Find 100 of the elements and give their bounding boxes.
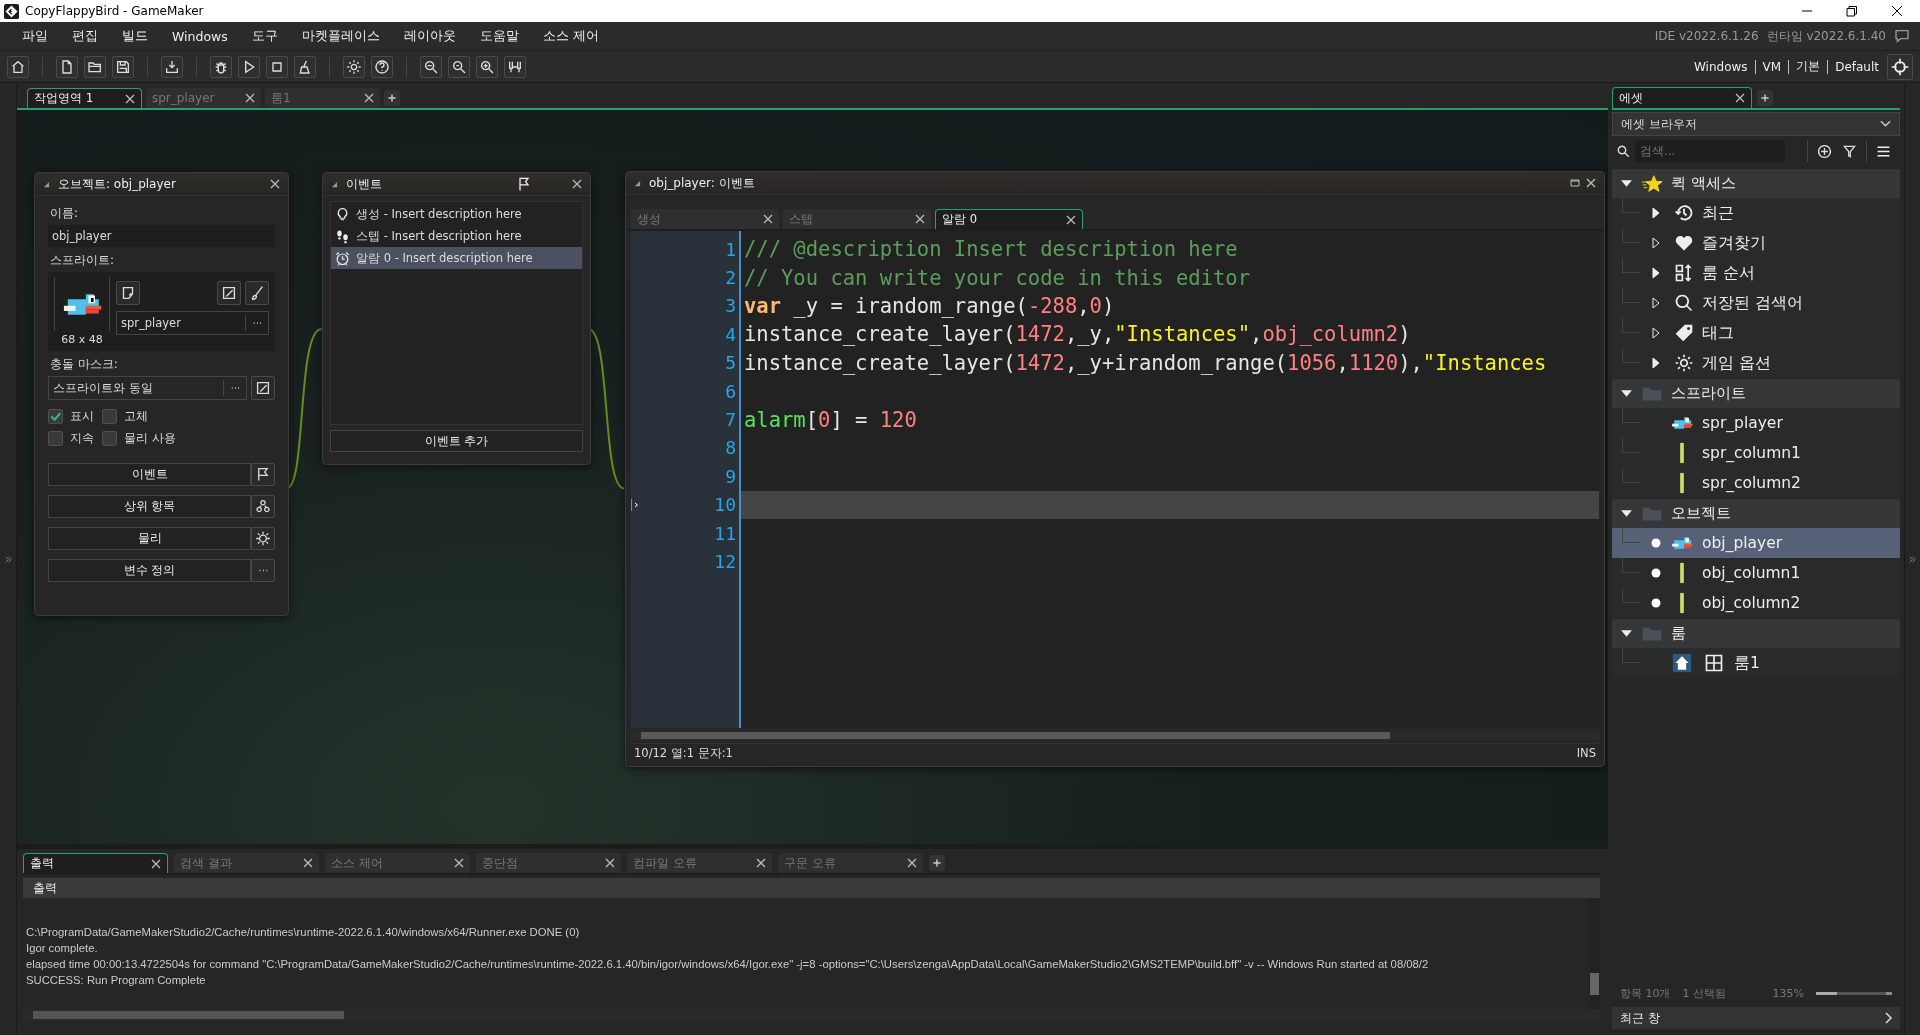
restore-icon[interactable] <box>1846 5 1858 17</box>
expand-arrow-icon[interactable] <box>1650 267 1662 279</box>
zoom-out-icon[interactable] <box>420 55 442 78</box>
edit-sprite-icon[interactable] <box>217 281 241 305</box>
quick-access-item[interactable]: 게임 옵션 <box>1702 352 1771 374</box>
close-icon[interactable] <box>364 93 374 103</box>
edit-mask-icon[interactable] <box>251 376 275 400</box>
search-field[interactable]: 검색... <box>1635 140 1785 162</box>
checkbox[interactable] <box>48 431 63 446</box>
tree-group-label[interactable]: 스프라이트 <box>1671 384 1746 403</box>
collapse-icon[interactable] <box>331 180 338 188</box>
expand-arrow-icon[interactable] <box>1650 357 1662 369</box>
name-field[interactable]: obj_player <box>48 225 275 247</box>
expand-arrow-icon[interactable] <box>1650 207 1662 219</box>
panel-button[interactable]: 상위 항목 <box>48 495 251 518</box>
menu-item[interactable]: 편집 <box>72 27 98 45</box>
close-icon[interactable] <box>605 858 615 868</box>
hierarchy-icon[interactable] <box>251 495 275 518</box>
menu-item[interactable]: 레이아웃 <box>403 27 456 45</box>
menu-item[interactable]: 파일 <box>22 27 48 45</box>
close-icon[interactable] <box>1891 5 1903 17</box>
close-icon[interactable] <box>454 858 464 868</box>
zoom-slider[interactable] <box>1816 991 1892 995</box>
quick-access-item[interactable]: 룸 순서 <box>1702 262 1755 284</box>
flag-icon[interactable] <box>516 176 532 192</box>
horizontal-scrollbar[interactable] <box>23 1009 1600 1021</box>
panel-button[interactable]: 변수 정의 <box>48 559 251 582</box>
target-icon[interactable] <box>1887 53 1913 80</box>
asset-item[interactable]: obj_column2 <box>1612 588 1900 618</box>
zoom-in-icon[interactable] <box>476 55 498 78</box>
workspace-tab[interactable]: 작업영역 1 <box>27 88 142 108</box>
checkbox[interactable] <box>102 409 117 424</box>
quick-access-item[interactable]: 최근 <box>1702 202 1734 224</box>
close-icon[interactable] <box>763 214 773 224</box>
menu-item[interactable]: 도움말 <box>479 27 519 45</box>
expand-icon[interactable] <box>1908 554 1917 564</box>
expand-arrow-icon[interactable] <box>1620 387 1633 400</box>
close-icon[interactable] <box>907 858 917 868</box>
target-option[interactable]: Default <box>1835 59 1879 74</box>
menu-item[interactable]: Windows <box>172 28 228 44</box>
gear-icon[interactable] <box>251 527 275 550</box>
add-tab-icon[interactable] <box>1757 90 1773 106</box>
event-tab[interactable]: 알람 0 <box>935 209 1083 229</box>
tree-group-label[interactable]: 퀵 액세스 <box>1671 174 1736 193</box>
tree-group-label[interactable]: 오브젝트 <box>1671 504 1731 523</box>
horizontal-scrollbar[interactable] <box>631 730 1599 741</box>
expand-arrow-icon[interactable] <box>1650 237 1662 249</box>
collapse-icon[interactable] <box>634 179 641 187</box>
clean-icon[interactable] <box>294 55 316 78</box>
asset-item[interactable]: spr_column2 <box>1612 468 1900 498</box>
quick-access-item[interactable]: 즐겨찾기 <box>1702 232 1766 254</box>
close-icon[interactable] <box>245 93 255 103</box>
close-icon[interactable] <box>303 858 313 868</box>
panel-button[interactable]: 물리 <box>48 527 251 550</box>
close-icon[interactable] <box>1735 93 1745 103</box>
assets-tab[interactable]: 에셋 <box>1612 87 1752 108</box>
fit-icon[interactable] <box>504 55 526 78</box>
settings-icon[interactable] <box>343 55 365 78</box>
event-item[interactable]: 알람 0 - Insert description here <box>331 247 582 269</box>
help-icon[interactable] <box>371 55 393 78</box>
tree-group-label[interactable]: 룸 <box>1671 624 1686 643</box>
asset-item[interactable]: spr_player <box>1612 408 1900 438</box>
asset-item[interactable]: obj_column1 <box>1612 558 1900 588</box>
output-tab[interactable]: 출력 <box>23 853 168 873</box>
target-option[interactable]: Windows <box>1694 59 1748 74</box>
debug-icon[interactable] <box>210 55 232 78</box>
expand-arrow-icon[interactable] <box>1650 297 1662 309</box>
target-option[interactable]: 기본 <box>1796 58 1821 75</box>
checkbox[interactable] <box>48 409 63 424</box>
expand-icon[interactable] <box>3 554 13 564</box>
new-sprite-icon[interactable] <box>116 281 140 305</box>
expand-arrow-icon[interactable] <box>1620 627 1633 640</box>
export-icon[interactable] <box>161 55 183 78</box>
add-icon[interactable] <box>1816 142 1833 160</box>
asset-browser-dropdown[interactable]: 에셋 브라우저 <box>1612 112 1900 136</box>
stop-icon[interactable] <box>266 55 288 78</box>
add-tab-icon[interactable] <box>384 90 400 106</box>
maximize-icon[interactable] <box>1570 178 1580 188</box>
quick-access-item[interactable]: 태그 <box>1702 322 1734 344</box>
checkbox[interactable] <box>102 431 117 446</box>
menu-item[interactable]: 도구 <box>251 27 278 45</box>
close-icon[interactable] <box>151 858 161 869</box>
close-icon[interactable] <box>1066 214 1076 225</box>
add-tab-icon[interactable] <box>929 855 945 871</box>
asset-item[interactable]: 룸1 <box>1612 648 1900 678</box>
event-item[interactable]: 생성 - Insert description here <box>331 203 582 225</box>
close-icon[interactable] <box>915 214 925 224</box>
play-icon[interactable] <box>238 55 260 78</box>
close-icon[interactable] <box>125 93 135 104</box>
home-icon[interactable] <box>7 55 29 78</box>
menu-item[interactable]: 소스 제어 <box>542 27 599 45</box>
menu-item[interactable]: 마켓플레이스 <box>301 27 380 45</box>
expand-arrow-icon[interactable] <box>1620 507 1633 520</box>
expand-arrow-icon[interactable] <box>1650 327 1662 339</box>
menu-item[interactable]: 빌드 <box>122 27 148 45</box>
save-icon[interactable] <box>112 55 134 78</box>
asset-item[interactable]: spr_column1 <box>1612 438 1900 468</box>
target-option[interactable]: VM <box>1762 59 1782 74</box>
close-icon[interactable] <box>756 858 766 868</box>
new-file-icon[interactable] <box>56 55 78 78</box>
